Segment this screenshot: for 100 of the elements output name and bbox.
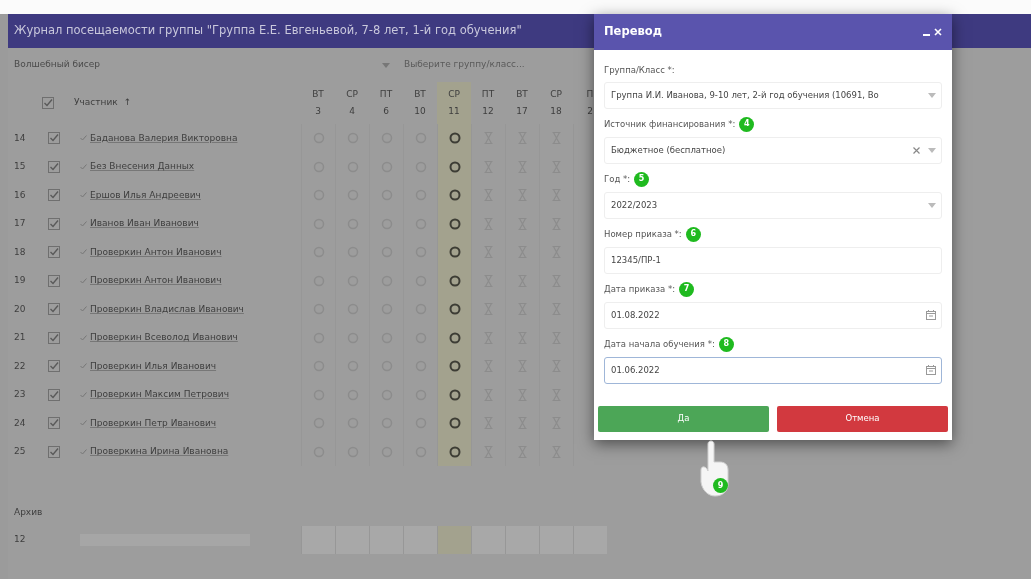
checkbox[interactable] (48, 189, 60, 202)
check-icon (80, 249, 87, 256)
row-number: 22 (13, 359, 27, 373)
date-field[interactable]: 01.08.2022 (604, 301, 942, 329)
date-label: 3 (315, 104, 321, 118)
check-icon (80, 363, 87, 370)
day-label: ПТ (379, 87, 393, 101)
row-number: 20 (13, 302, 27, 316)
day-label: СР (550, 87, 562, 101)
day-label: ПТ (481, 87, 495, 101)
field-label: Год *: (604, 172, 631, 186)
circle-icon[interactable] (448, 388, 461, 401)
checkbox[interactable] (48, 417, 60, 430)
circle-icon[interactable] (448, 274, 461, 287)
checkbox[interactable] (48, 445, 60, 458)
participant-link[interactable]: Проверкин Максим Петрович (90, 388, 229, 402)
checkbox[interactable] (48, 388, 60, 401)
sort-indicator[interactable]: ↑ (123, 96, 132, 110)
column-header[interactable]: Участник (74, 96, 118, 110)
checkbox[interactable] (48, 217, 60, 230)
row-number: 23 (13, 388, 27, 401)
participant-link[interactable]: Проверкин Антон Иванович (90, 274, 222, 288)
date-label: 18 (550, 104, 562, 118)
step-badge: 8 (718, 336, 734, 352)
field-label: Группа/Класс *: (604, 64, 675, 77)
clear-icon[interactable] (913, 146, 920, 154)
select-field[interactable]: Группа И.И. Иванова, 9-10 лет, 2-й год обучения (10691, Во (604, 81, 942, 109)
date-field[interactable]: 01.06.2022 (604, 356, 942, 384)
step-badge: 5 (634, 171, 650, 187)
input-field[interactable]: 12345/ПР-1 (604, 246, 942, 274)
date-label: 17 (516, 104, 528, 118)
date-label: 11 (448, 104, 460, 118)
day-label: ВТ (312, 87, 324, 101)
participant-link[interactable]: Баданова Валерия Викторовна (90, 131, 238, 145)
table-cell (403, 525, 437, 554)
participant-link[interactable]: Ершов Илья Андреевич (90, 188, 201, 202)
participant-link[interactable]: Проверкин Всеволод Иванович (90, 331, 238, 345)
circle-icon[interactable] (448, 246, 461, 259)
row-number: 12 (13, 533, 27, 546)
check-icon (80, 334, 87, 341)
checkbox[interactable] (48, 274, 60, 287)
calendar-icon[interactable] (926, 365, 936, 376)
select-field[interactable]: Бюджетное (бесплатное) (604, 136, 942, 164)
participant-link[interactable]: Проверкин Антон Иванович (90, 245, 222, 259)
date-label: 4 (349, 104, 355, 118)
checkbox[interactable] (48, 360, 60, 373)
day-label: ВТ (414, 87, 426, 101)
check-icon (80, 277, 87, 284)
check-icon (80, 192, 87, 199)
day-label: СР (346, 87, 358, 101)
caret-icon[interactable] (928, 92, 936, 98)
step-badge: 4 (739, 116, 755, 132)
circle-icon[interactable] (448, 445, 461, 458)
cancel-button[interactable]: Отмена (777, 405, 948, 432)
check-icon (80, 391, 87, 398)
date-label: 6 (383, 104, 389, 118)
checkbox[interactable] (48, 303, 60, 316)
checkbox[interactable] (48, 132, 60, 145)
check-icon (80, 135, 87, 142)
select-field[interactable]: 2022/2023 (604, 191, 942, 219)
caret-icon[interactable] (928, 202, 936, 208)
checkbox[interactable] (48, 246, 60, 259)
caret-icon[interactable] (928, 147, 936, 153)
participant-link[interactable]: Проверкин Владислав Иванович (90, 302, 244, 316)
circle-icon[interactable] (448, 303, 461, 316)
participant-link[interactable]: Проверкин Илья Иванович (90, 359, 217, 373)
row-number: 18 (13, 245, 27, 259)
confirm-button[interactable]: Да (598, 405, 769, 432)
row-number: 24 (13, 416, 27, 430)
step-badge: 6 (685, 226, 701, 242)
check-icon (80, 306, 87, 313)
checkbox[interactable] (42, 97, 54, 109)
check-icon (80, 163, 87, 170)
participant-link[interactable]: Проверкина Ирина Ивановна (90, 445, 229, 459)
table-cell (437, 525, 471, 554)
close-icon[interactable] (934, 28, 942, 36)
row-number: 15 (13, 160, 27, 173)
check-icon (80, 448, 87, 455)
field-label: Источник финансирования *: (604, 117, 736, 131)
table-cell (471, 525, 505, 554)
checkbox[interactable] (48, 331, 60, 344)
circle-icon[interactable] (448, 217, 461, 230)
participant-link[interactable]: Иванов Иван Иванович (90, 217, 199, 231)
check-icon (80, 420, 87, 427)
search-field[interactable]: Выберите группу/класс... (402, 57, 572, 73)
participant-link[interactable]: Проверкин Петр Иванович (90, 416, 217, 430)
participant-link[interactable]: Без Внесения Данных (90, 160, 195, 174)
section-title: Архив (14, 507, 43, 517)
circle-icon[interactable] (448, 160, 461, 173)
checkbox[interactable] (48, 160, 60, 173)
row-number: 21 (13, 331, 27, 344)
circle-icon[interactable] (448, 331, 461, 344)
circle-icon[interactable] (448, 189, 461, 202)
field-label: Дата начала обучения *: (604, 337, 715, 351)
circle-icon[interactable] (448, 360, 461, 373)
calendar-icon[interactable] (926, 310, 936, 321)
select-field[interactable]: Волшебный бисер (14, 58, 394, 72)
circle-icon[interactable] (448, 132, 461, 145)
row-number: 14 (13, 131, 27, 145)
circle-icon[interactable] (448, 417, 461, 430)
